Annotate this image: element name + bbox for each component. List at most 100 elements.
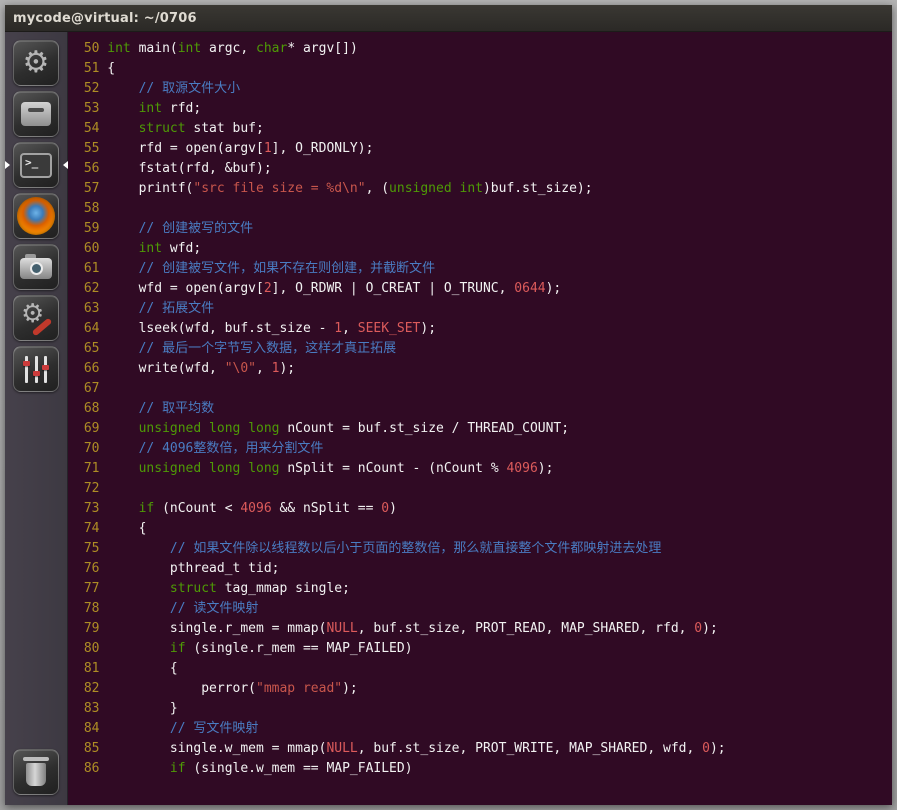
code-token: "\0" [225, 361, 256, 376]
launcher-item-screenshot[interactable] [5, 244, 68, 290]
code-token: long [248, 461, 279, 476]
code-line: 60 int wfd; [76, 239, 892, 259]
code-token: char [256, 41, 287, 56]
code-token [107, 461, 138, 476]
code-token: int [460, 181, 483, 196]
code-area[interactable]: 50int main(int argc, char* argv[])51{52 … [68, 32, 892, 805]
code-token: tag_mmap single; [217, 581, 350, 596]
code-token: wfd = open(argv[ [107, 281, 264, 296]
launcher-item-settings-sliders[interactable] [5, 346, 68, 392]
code-line: 58 [76, 199, 892, 219]
code-line: 77 struct tag_mmap single; [76, 579, 892, 599]
camera-lens [30, 262, 43, 275]
code-line: 74 { [76, 519, 892, 539]
code-token [107, 581, 170, 596]
code-line: 51{ [76, 59, 892, 79]
code-token: ); [538, 461, 554, 476]
code-token [107, 641, 170, 656]
code-line: 79 single.r_mem = mmap(NULL, buf.st_size… [76, 619, 892, 639]
launcher-item-system-tools[interactable]: ⚙ [5, 295, 68, 341]
line-number: 85 [76, 739, 99, 759]
code-token [201, 421, 209, 436]
launcher-item-file-drawer[interactable] [5, 91, 68, 137]
code-token: "src file size = %d\n" [193, 181, 365, 196]
line-number: 74 [76, 519, 99, 539]
code-token: // 取平均数 [107, 401, 214, 416]
line-number: 73 [76, 499, 99, 519]
code-token: , buf.st_size, PROT_WRITE, MAP_SHARED, w… [358, 741, 702, 756]
code-token: if [170, 761, 186, 776]
launcher-item-trash[interactable] [5, 749, 68, 795]
code-line: 67 [76, 379, 892, 399]
code-line: 52 // 取源文件大小 [76, 79, 892, 99]
line-number: 67 [76, 379, 99, 399]
code-line: 70 // 4096整数倍，用来分割文件 [76, 439, 892, 459]
code-line: 53 int rfd; [76, 99, 892, 119]
line-number: 72 [76, 479, 99, 499]
code-token: ); [279, 361, 295, 376]
terminal-icon: >_ [20, 153, 52, 178]
code-line: 83 } [76, 699, 892, 719]
line-number: 83 [76, 699, 99, 719]
window-titlebar[interactable]: mycode@virtual: ~/0706 [5, 5, 892, 32]
terminal-window: mycode@virtual: ~/0706 ⚙ [5, 5, 892, 805]
code-line: 76 pthread_t tid; [76, 559, 892, 579]
code-token [240, 421, 248, 436]
line-number: 55 [76, 139, 99, 159]
code-token: SEEK_SET [358, 321, 421, 336]
code-token: lseek(wfd, buf.st_size - [107, 321, 334, 336]
tools-icon: ⚙ [19, 301, 53, 335]
camera-icon [20, 254, 52, 280]
code-line: 82 perror("mmap read"); [76, 679, 892, 699]
code-token [107, 121, 138, 136]
line-number: 59 [76, 219, 99, 239]
firefox-tile [13, 193, 59, 239]
code-line: 64 lseek(wfd, buf.st_size - 1, SEEK_SET)… [76, 319, 892, 339]
launcher-item-firefox[interactable] [5, 193, 68, 239]
code-token: int [178, 41, 201, 56]
code-token [107, 761, 170, 776]
code-token: // 最后一个字节写入数据，这样才真正拓展 [107, 341, 396, 356]
code-token: // 写文件映射 [107, 721, 258, 736]
code-token: unsigned [389, 181, 452, 196]
line-number: 84 [76, 719, 99, 739]
code-token [107, 421, 138, 436]
code-line: 80 if (single.r_mem == MAP_FAILED) [76, 639, 892, 659]
dash-tile: ⚙ [13, 40, 59, 86]
code-token: )buf.st_size); [483, 181, 593, 196]
code-token: (single.w_mem == MAP_FAILED) [186, 761, 413, 776]
code-token: long [209, 461, 240, 476]
line-number: 54 [76, 119, 99, 139]
code-token: NULL [326, 741, 357, 756]
code-token: ) [389, 501, 397, 516]
drawer-slot [28, 108, 44, 112]
code-token: (single.r_mem == MAP_FAILED) [186, 641, 413, 656]
slider-bar [35, 356, 38, 383]
code-line: 68 // 取平均数 [76, 399, 892, 419]
code-token: if [170, 641, 186, 656]
code-line: 66 write(wfd, "\0", 1); [76, 359, 892, 379]
line-number: 66 [76, 359, 99, 379]
line-number: 50 [76, 39, 99, 59]
launcher-item-terminal[interactable]: >_ [5, 142, 68, 188]
code-line: 56 fstat(rfd, &buf); [76, 159, 892, 179]
line-number: 60 [76, 239, 99, 259]
line-number: 71 [76, 459, 99, 479]
line-number: 62 [76, 279, 99, 299]
line-number: 76 [76, 559, 99, 579]
unity-launcher: ⚙ >_ [5, 32, 68, 805]
code-token: ], O_RDWR | O_CREAT | O_TRUNC, [272, 281, 515, 296]
code-token: ); [702, 621, 718, 636]
code-token: "mmap read" [256, 681, 342, 696]
code-token [201, 461, 209, 476]
line-number: 65 [76, 339, 99, 359]
trash-tile [13, 749, 59, 795]
code-token: // 创建被写文件，如果不存在则创建，并截断文件 [107, 261, 435, 276]
code-token: long [248, 421, 279, 436]
code-token: } [107, 701, 177, 716]
code-line: 55 rfd = open(argv[1], O_RDONLY); [76, 139, 892, 159]
launcher-item-dash-home[interactable]: ⚙ [5, 40, 68, 86]
code-line: 65 // 最后一个字节写入数据，这样才真正拓展 [76, 339, 892, 359]
gear-circle-icon: ⚙ [23, 48, 50, 78]
code-token: 4096 [506, 461, 537, 476]
